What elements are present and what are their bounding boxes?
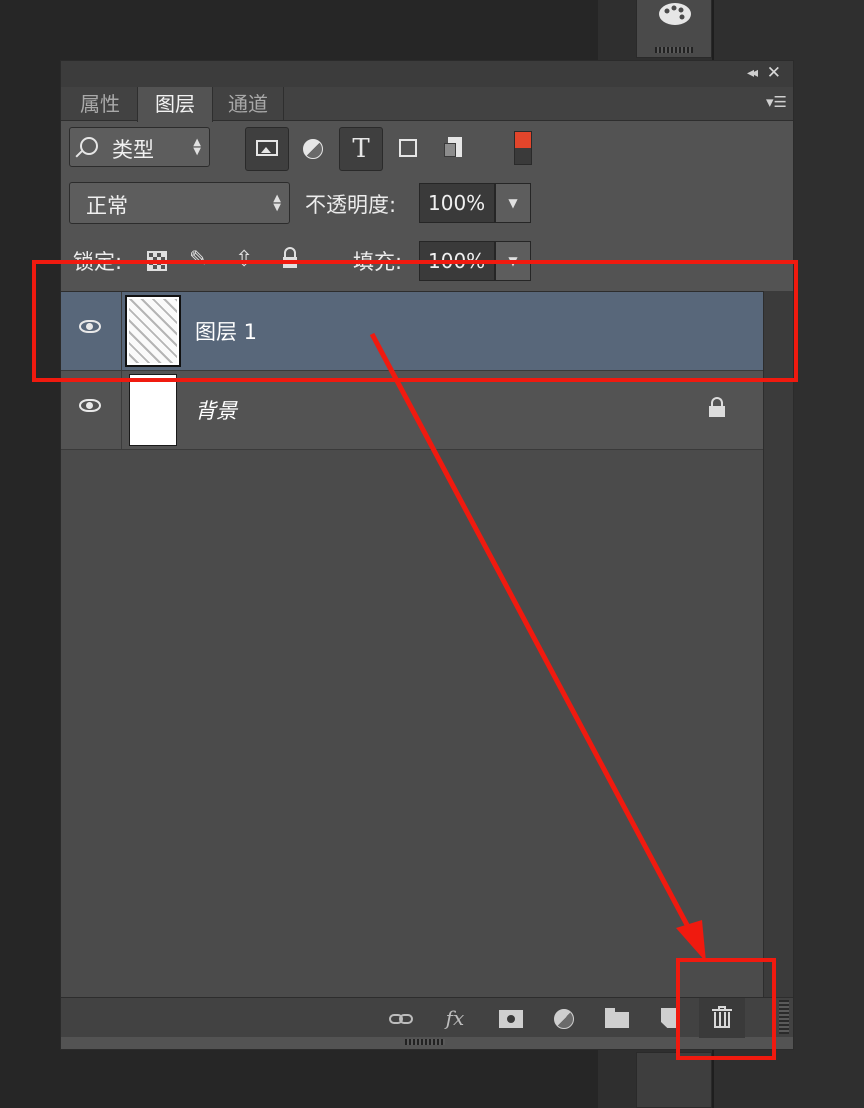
- annotation-arrow: [369, 332, 706, 962]
